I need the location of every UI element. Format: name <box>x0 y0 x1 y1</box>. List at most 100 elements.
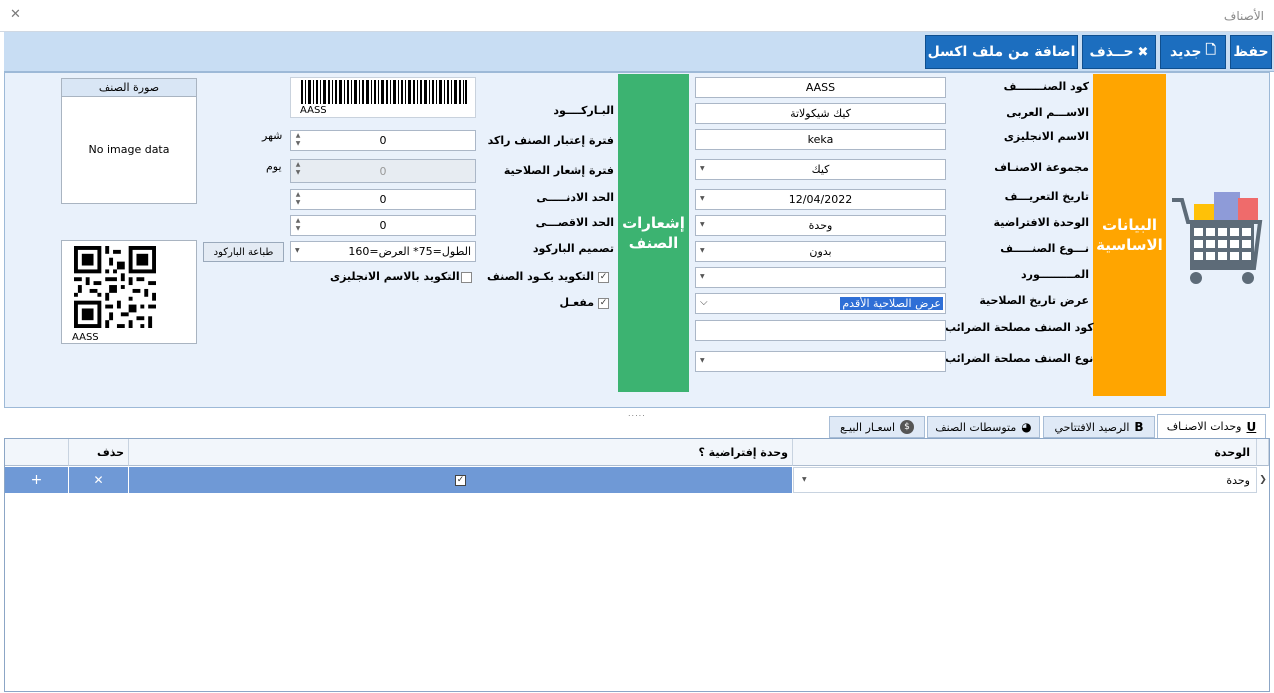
new-file-icon: 🗋 <box>1205 43 1216 58</box>
column-header-unit[interactable]: الوحدة <box>793 439 1257 466</box>
alerts-band[interactable]: إشعارات الصنف <box>618 74 689 392</box>
supplier-select[interactable]: ▼ <box>695 267 946 288</box>
english-name-label: الاسم الانجليزى <box>1003 130 1089 143</box>
spin-arrows-icon[interactable]: ▲ ▼ <box>292 132 304 149</box>
max-limit-spinner[interactable]: ▲ ▼ 0 <box>290 215 476 236</box>
chevron-down-icon: ▼ <box>802 476 807 483</box>
active-label: مفعـل <box>559 296 594 309</box>
shopping-cart-icon <box>1168 186 1266 286</box>
max-limit-label: الحد الاقصـــى <box>535 216 614 229</box>
qr-caption: AASS <box>72 332 99 343</box>
code-by-english-label: التكويد بالاسم الانجليزى <box>330 270 460 283</box>
definition-date-label: تاريخ التعريـــف <box>1004 190 1089 203</box>
min-limit-value: 0 <box>379 193 387 206</box>
basic-band-label: البيانات الاساسية <box>1096 215 1163 254</box>
expiry-alert-label: فترة إشعار الصلاحية <box>503 164 614 177</box>
no-image-text: No image data <box>88 143 170 156</box>
panel-splitter[interactable]: ..... <box>0 408 1274 418</box>
stagnant-period-spinner[interactable]: ▲ ▼ 0 <box>290 130 476 151</box>
arabic-name-input[interactable]: كيك شيكولاتة <box>695 103 946 124</box>
toolbar: حفظ جديد 🗋 حــذف ✖ اضافة من ملف اكسل <box>4 32 1274 72</box>
chevron-down-icon: ⌵ <box>700 297 708 308</box>
print-barcode-button[interactable]: طباعة الباركود <box>203 242 284 262</box>
add-row-icon[interactable]: + <box>5 467 69 493</box>
basic-data-band[interactable]: البيانات الاساسية <box>1093 74 1166 396</box>
item-code-input[interactable]: AASS <box>695 77 946 98</box>
barcode-design-value: الطول=75* العرض=160 <box>348 245 471 258</box>
code-by-item-checkbox[interactable]: ✓ <box>598 272 609 283</box>
max-limit-value: 0 <box>379 219 387 232</box>
new-button[interactable]: جديد 🗋 <box>1160 35 1226 69</box>
tab-opening-balance-label: الرصيد الافتتاحي <box>1054 420 1130 434</box>
active-checkbox[interactable]: ✓ <box>598 298 609 309</box>
barcode-design-label: تصميم الباركود <box>532 242 614 255</box>
chevron-down-icon: ▼ <box>700 247 705 254</box>
tax-type-select[interactable]: ▼ <box>695 351 946 372</box>
new-label: جديد <box>1170 44 1202 60</box>
expiry-alert-spinner[interactable]: ▲ ▼ 0 <box>290 159 476 183</box>
chevron-down-icon: ▼ <box>700 357 705 364</box>
default-unit-cell[interactable]: ✓ <box>129 467 793 493</box>
delete-x-icon: ✖ <box>1137 44 1149 60</box>
money-icon: $ <box>900 420 915 434</box>
group-value: كيك <box>811 163 830 176</box>
definition-date-picker[interactable]: ▼ 12/04/2022 <box>695 189 946 210</box>
item-type-label: نـــوع الصنـــــف <box>1000 242 1089 255</box>
expiry-display-select[interactable]: ⌵ عرض الصلاحية الأقدم <box>695 293 946 314</box>
delete-row-icon[interactable]: ✕ <box>69 467 129 493</box>
tax-code-label: كود الصنف مصلحة الضرائب <box>945 321 1094 334</box>
tab-item-averages-label: متوسطات الصنف <box>935 420 1017 434</box>
save-label: حفظ <box>1233 44 1269 60</box>
default-unit-checkbox[interactable]: ✓ <box>455 474 466 486</box>
import-excel-button[interactable]: اضافة من ملف اكسل <box>925 35 1078 69</box>
english-name-input[interactable]: keka <box>695 129 946 150</box>
tab-sale-prices[interactable]: اسعـار البيـع $ <box>829 416 925 438</box>
default-unit-value: وحدة <box>808 219 833 232</box>
arabic-name-label: الاســـم العربى <box>1006 106 1089 119</box>
bold-b-icon: B <box>1134 420 1144 434</box>
qr-code-box: AASS <box>61 240 197 344</box>
supplier-label: المـــــــــورد <box>1021 268 1089 281</box>
import-excel-label: اضافة من ملف اكسل <box>927 44 1076 60</box>
delete-label: حــذف <box>1089 44 1134 60</box>
day-unit-label: يوم <box>266 160 282 173</box>
window-titlebar: الأصناف ✕ <box>0 0 1274 32</box>
spin-arrows-icon[interactable]: ▲ ▼ <box>292 217 304 234</box>
units-grid: الوحدة وحدة إفتراضية ؟ حذف + ✕ ✓ ▼ وحدة … <box>4 438 1270 692</box>
default-unit-label: الوحدة الافتراضية <box>993 216 1089 229</box>
unit-cell[interactable]: ▼ وحدة <box>793 467 1257 493</box>
barcode-image: AASS <box>290 77 476 118</box>
delete-button[interactable]: حــذف ✖ <box>1082 35 1156 69</box>
pie-chart-icon: ◕ <box>1021 420 1032 434</box>
expiry-display-value: عرض الصلاحية الأقدم <box>840 297 943 310</box>
tax-code-input[interactable] <box>695 320 946 341</box>
spin-arrows-icon[interactable]: ▲ ▼ <box>292 191 304 208</box>
group-select[interactable]: ▼ كيك <box>695 159 946 180</box>
item-type-select[interactable]: ▼ بدون <box>695 241 946 262</box>
min-limit-label: الحد الادنـــــى <box>536 191 614 204</box>
column-header-default-unit[interactable]: وحدة إفتراضية ؟ <box>129 439 793 466</box>
spin-arrows-icon[interactable]: ▲ ▼ <box>292 161 304 178</box>
code-by-english-checkbox[interactable] <box>461 272 472 283</box>
chevron-down-icon: ▼ <box>700 195 705 202</box>
tab-item-units[interactable]: وحدات الاصنـاف U <box>1157 414 1266 439</box>
chevron-down-icon: ▼ <box>700 221 705 228</box>
chevron-down-icon: ▼ <box>700 273 705 280</box>
row-pointer-icon: ❯ <box>1257 467 1269 493</box>
qr-code-image <box>74 246 156 328</box>
save-button[interactable]: حفظ <box>1230 35 1272 69</box>
barcode-label: البـاركــــود <box>553 104 614 117</box>
item-image-box[interactable]: صورة الصنف No image data <box>61 78 197 204</box>
min-limit-spinner[interactable]: ▲ ▼ 0 <box>290 189 476 210</box>
tax-type-label: نوع الصنف مصلحة الضرائب <box>945 352 1094 365</box>
alerts-band-label: إشعارات الصنف <box>622 213 685 252</box>
tab-opening-balance[interactable]: الرصيد الافتتاحي B <box>1043 416 1155 438</box>
default-unit-select[interactable]: ▼ وحدة <box>695 215 946 236</box>
tab-item-averages[interactable]: متوسطات الصنف ◕ <box>927 416 1040 438</box>
barcode-design-select[interactable]: ▼ الطول=75* العرض=160 <box>290 241 476 262</box>
tab-sale-prices-label: اسعـار البيـع <box>839 420 896 434</box>
row-indicator-header <box>1257 439 1269 466</box>
definition-date-value: 12/04/2022 <box>788 193 853 206</box>
column-header-delete[interactable]: حذف <box>69 439 129 466</box>
close-icon[interactable]: ✕ <box>10 7 21 22</box>
